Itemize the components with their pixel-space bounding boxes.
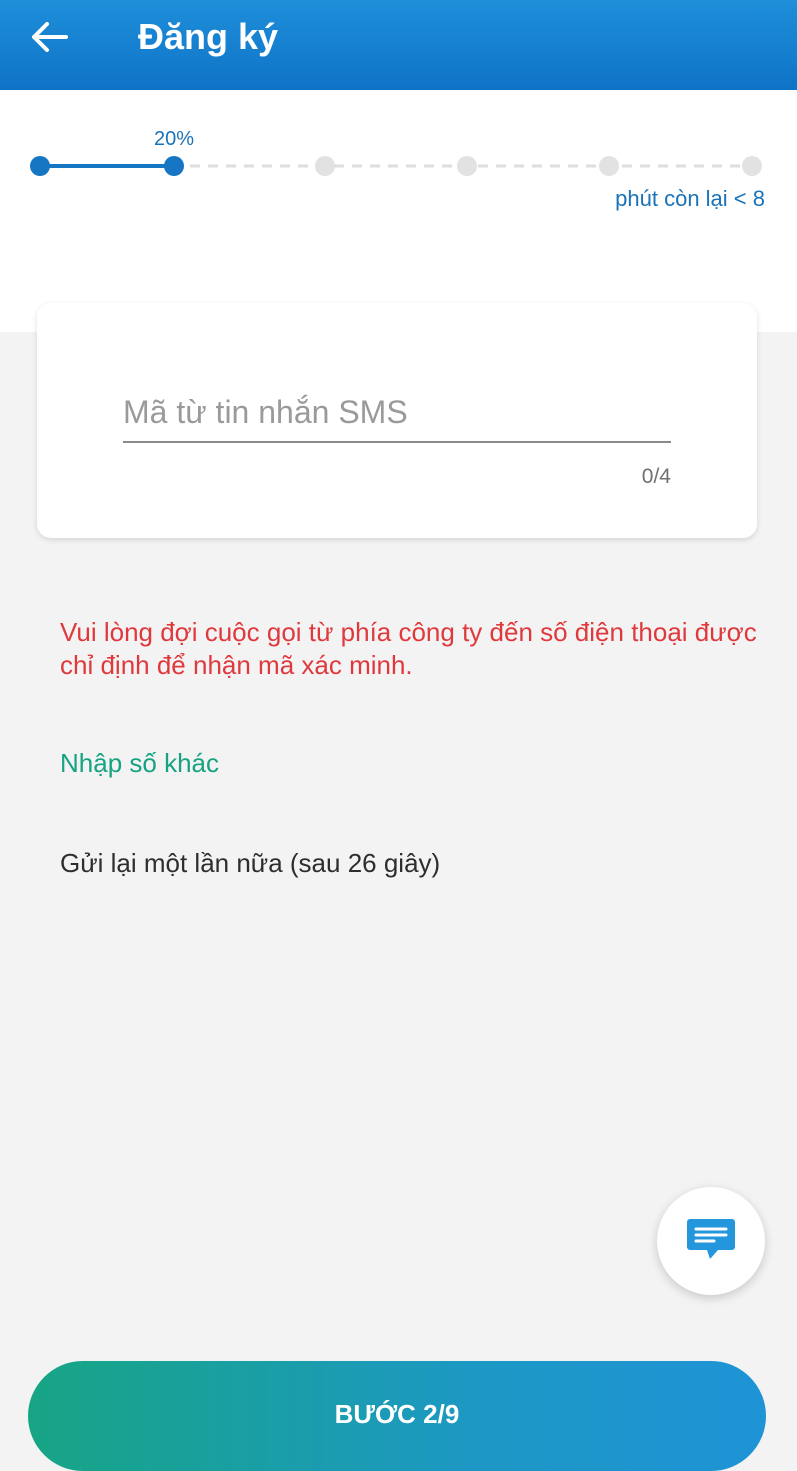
step-dot-1	[30, 156, 50, 176]
chat-message-icon	[687, 1219, 735, 1259]
step-dot-2	[164, 156, 184, 176]
sms-code-card: 0/4	[37, 303, 757, 538]
char-counter: 0/4	[641, 465, 671, 488]
step-dot-4	[457, 156, 477, 176]
app-header: Đăng ký	[0, 0, 797, 90]
enter-other-number-link[interactable]: Nhập số khác	[60, 748, 219, 779]
verification-notice: Vui lòng đợi cuộc gọi từ phía công ty đế…	[60, 617, 757, 680]
step-dot-6	[742, 156, 762, 176]
chat-button[interactable]	[657, 1187, 765, 1295]
sms-code-input[interactable]	[123, 383, 671, 443]
resend-code-link[interactable]: Gửi lại một lần nữa (sau 26 giây)	[60, 848, 440, 879]
step-button-label: BƯỚC 2/9	[334, 1399, 460, 1429]
time-remaining: phút còn lại < 8	[615, 186, 765, 211]
next-step-button[interactable]: BƯỚC 2/9	[28, 1361, 766, 1471]
progress-section: 20% phút còn lại < 8	[0, 90, 797, 332]
page-title: Đăng ký	[138, 16, 279, 57]
step-dot-3	[315, 156, 335, 176]
step-dot-5	[599, 156, 619, 176]
arrow-left-icon	[32, 22, 68, 52]
back-button[interactable]	[22, 12, 82, 62]
progress-percent: 20%	[153, 128, 195, 150]
